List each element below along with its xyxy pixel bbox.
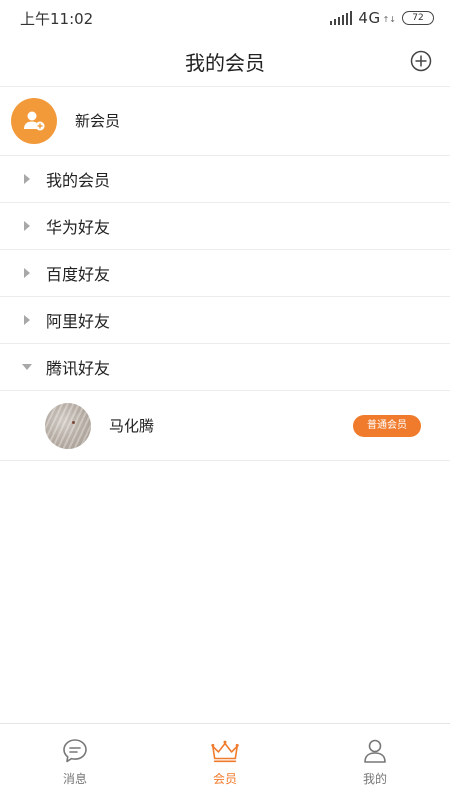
member-name: 马化腾 <box>109 417 155 435</box>
add-button[interactable] <box>408 48 434 74</box>
new-member-label: 新会员 <box>75 112 121 130</box>
group-label: 腾讯好友 <box>46 359 111 378</box>
network-type: 4G <box>358 9 381 27</box>
person-icon <box>360 736 390 766</box>
new-member-row[interactable]: 新会员 <box>0 86 450 156</box>
network-activity: ↑↓ <box>382 15 396 24</box>
group-list: 我的会员 华为好友 百度好友 阿里好友 腾讯好友 马化腾 普通会员 <box>0 156 450 461</box>
header: 我的会员 <box>0 36 450 87</box>
group-label: 我的会员 <box>46 171 111 190</box>
signal-icon <box>330 11 353 25</box>
member-row[interactable]: 马化腾 普通会员 <box>0 391 450 461</box>
group-label: 百度好友 <box>46 265 111 284</box>
status-bar: 上午11:02 4G ↑↓ 72 <box>0 0 450 36</box>
nav-tab-profile[interactable]: 我的 <box>300 724 450 800</box>
group-row-tencent-friends[interactable]: 腾讯好友 <box>0 344 450 391</box>
chat-icon <box>60 736 90 766</box>
member-level-badge: 普通会员 <box>353 415 421 437</box>
new-member-avatar <box>11 97 57 144</box>
crown-icon <box>210 736 240 766</box>
bottom-nav: 消息 会员 我的 <box>0 723 450 800</box>
page-title: 我的会员 <box>185 50 265 75</box>
group-row-alibaba-friends[interactable]: 阿里好友 <box>0 297 450 344</box>
chevron-right-icon <box>20 266 34 280</box>
chevron-right-icon <box>20 219 34 233</box>
screen: 上午11:02 4G ↑↓ 72 我的会员 新会员 我的会员 华为好友 百度好友… <box>0 0 450 800</box>
group-row-baidu-friends[interactable]: 百度好友 <box>0 250 450 297</box>
chevron-down-icon <box>20 360 34 374</box>
plus-circle-icon <box>410 50 432 72</box>
battery-icon: 72 <box>402 11 434 25</box>
chevron-right-icon <box>20 172 34 186</box>
nav-label: 会员 <box>212 772 237 786</box>
status-time: 上午11:02 <box>20 9 94 28</box>
nav-label: 我的 <box>362 772 387 786</box>
nav-label: 消息 <box>62 772 87 786</box>
group-label: 华为好友 <box>46 218 111 237</box>
chevron-right-icon <box>20 313 34 327</box>
nav-tab-messages[interactable]: 消息 <box>0 724 150 800</box>
add-user-icon <box>24 111 45 130</box>
status-indicators: 4G ↑↓ 72 <box>330 9 434 27</box>
group-row-huawei-friends[interactable]: 华为好友 <box>0 203 450 250</box>
avatar <box>45 402 91 449</box>
group-label: 阿里好友 <box>46 312 111 331</box>
nav-tab-members[interactable]: 会员 <box>150 724 300 800</box>
group-row-my-members[interactable]: 我的会员 <box>0 156 450 203</box>
